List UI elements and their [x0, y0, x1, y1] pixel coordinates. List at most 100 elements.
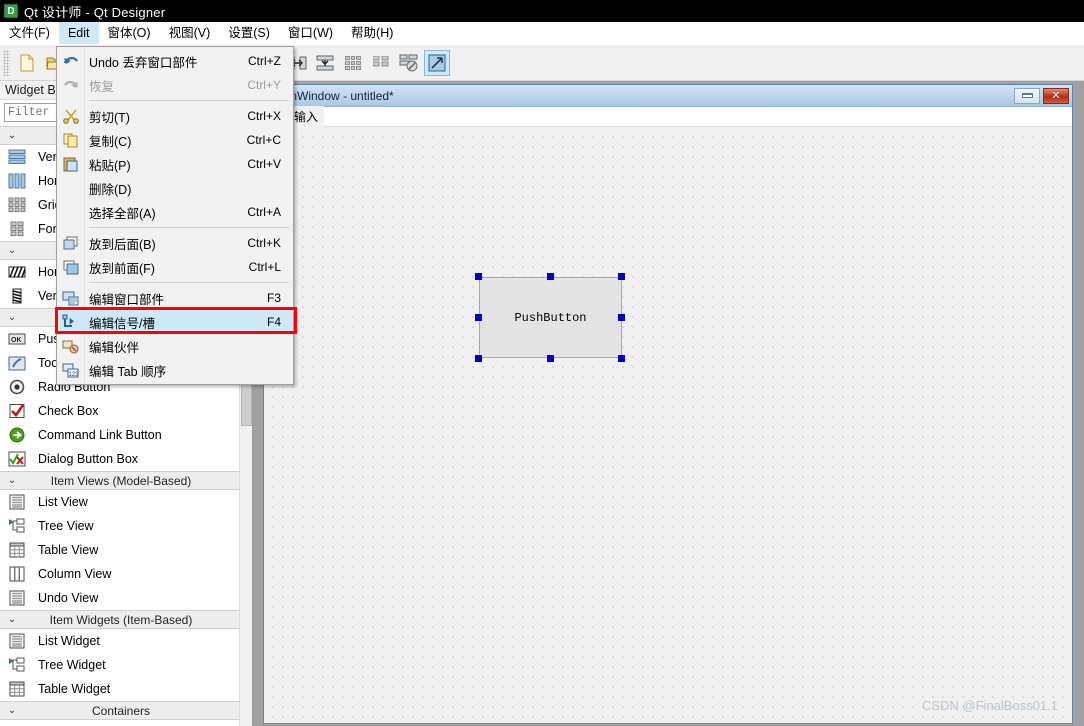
widget-box-group-label: Item Widgets (Item-Based): [49, 612, 193, 627]
push-button-icon: OK: [8, 330, 30, 348]
bring-to-front-icon: [57, 255, 85, 279]
horizontal-spacer-icon: [8, 263, 30, 281]
edit-menu-item-3[interactable]: 复制(C) Ctrl+C: [57, 128, 293, 152]
edit-menu-item-2[interactable]: 剪切(T) Ctrl+X: [57, 104, 293, 128]
layout-form-icon[interactable]: [368, 50, 394, 76]
widget-box-item-item-views-model-based--0[interactable]: List View: [0, 490, 240, 514]
chevron-down-icon: ⌄: [7, 475, 17, 486]
app-logo-icon: D: [4, 4, 18, 18]
form-layout-icon: [8, 220, 30, 238]
widget-box-item-label: Check Box: [38, 404, 99, 418]
selection-handle-se[interactable]: [618, 355, 625, 362]
edit-menu-item-shortcut: F4: [266, 315, 281, 329]
adjust-size-icon[interactable]: [424, 49, 450, 76]
edit-menu-item-9[interactable]: 编辑窗口部件 F3: [57, 286, 293, 310]
horizontal-layout-icon: [8, 172, 30, 190]
edit-menu-item-label: 恢复: [89, 79, 115, 94]
menubar-item-1[interactable]: Edit: [58, 22, 99, 44]
edit-menu-item-5[interactable]: 删除(D): [57, 176, 293, 200]
edit-menu-item-label: 剪切(T): [89, 110, 130, 125]
undo-view-icon: [8, 589, 30, 607]
widget-box-item-label: Command Link Button: [38, 428, 162, 442]
edit-menu-item-1[interactable]: 恢复 Ctrl+Y: [57, 73, 293, 97]
selection-handle-s[interactable]: [546, 355, 554, 362]
widget-box-group-3[interactable]: ⌄ Item Views (Model-Based): [0, 471, 240, 490]
edit-menu-item-label: 复制(C): [89, 134, 132, 149]
edit-menu-item-label: 选择全部(A): [89, 206, 156, 221]
menubar-item-5[interactable]: 窗口(W): [279, 22, 342, 44]
selection-handle-n[interactable]: [546, 273, 554, 280]
paste-icon: [57, 152, 85, 176]
widget-box-item-item-widgets-item-based--2[interactable]: Table Widget: [0, 677, 240, 701]
widget-box-item-label: List Widget: [38, 634, 100, 648]
form-minimize-button[interactable]: [1014, 87, 1040, 104]
widget-box-item-label: List View: [38, 495, 88, 509]
edit-menu-item-label: 放到前面(F): [89, 261, 155, 276]
widget-box-item-label: Dialog Button Box: [38, 452, 139, 466]
menu-separator: [89, 100, 289, 101]
table-widget-icon: [8, 680, 30, 698]
layout-grid-icon[interactable]: [340, 50, 366, 76]
selection-handle-e[interactable]: [618, 314, 625, 321]
widget-box-group-5[interactable]: ⌄ Containers: [0, 701, 240, 720]
menubar: 文件(F) Edit 窗体(O) 视图(V) 设置(S) 窗口(W) 帮助(H): [0, 22, 1084, 45]
widget-box-item-buttons-5[interactable]: Dialog Button Box: [0, 447, 240, 471]
widget-box-item-item-views-model-based--1[interactable]: Tree View: [0, 514, 240, 538]
widget-box-group-4[interactable]: ⌄ Item Widgets (Item-Based): [0, 610, 240, 629]
widget-box-item-item-views-model-based--3[interactable]: Column View: [0, 562, 240, 586]
edit-menu-item-0[interactable]: Undo 丢弃窗口部件 Ctrl+Z: [57, 49, 293, 73]
menubar-item-2[interactable]: 窗体(O): [99, 22, 160, 44]
widget-box-item-item-views-model-based--2[interactable]: Table View: [0, 538, 240, 562]
break-layout-icon[interactable]: [396, 50, 422, 76]
widget-box-item-buttons-3[interactable]: Check Box: [0, 399, 240, 423]
grid-layout-icon: [8, 196, 30, 214]
edit-menu-item-10[interactable]: 编辑信号/槽 F4: [55, 307, 297, 334]
widget-box-item-label: Column View: [38, 567, 112, 581]
edit-menu-item-11[interactable]: 编辑伙伴: [57, 334, 293, 358]
edit-menu-item-4[interactable]: 粘贴(P) Ctrl+V: [57, 152, 293, 176]
edit-dropdown-menu[interactable]: Undo 丢弃窗口部件 Ctrl+Z 恢复 Ctrl+Y 剪切(T) Ctrl+X 复制(C…: [55, 46, 297, 385]
edit-menu-item-6[interactable]: 选择全部(A) Ctrl+A: [57, 200, 293, 224]
command-link-button-icon: [8, 426, 30, 444]
form-close-button[interactable]: ✕: [1043, 87, 1069, 104]
widget-box-item-item-widgets-item-based--1[interactable]: Tree Widget: [0, 653, 240, 677]
widget-box-group-label: Containers: [91, 703, 151, 718]
new-form-icon[interactable]: [14, 50, 40, 76]
pushbutton-widget[interactable]: PushButton: [479, 277, 622, 358]
layout-vertically-splitter-icon[interactable]: [312, 50, 338, 76]
main-window-form[interactable]: MainWindow - untitled* ✕ 这里输入 PushButton: [263, 84, 1073, 724]
menubar-item-6[interactable]: 帮助(H): [342, 22, 402, 44]
edit-menu-item-label: 编辑窗口部件: [89, 292, 165, 307]
tool-button-icon: [8, 354, 30, 372]
edit-menu-item-shortcut: Ctrl+C: [246, 133, 281, 147]
edit-widgets-icon: [57, 286, 85, 310]
edit-menu-item-8[interactable]: 放到前面(F) Ctrl+L: [57, 255, 293, 279]
edit-menu-item-label: Undo 丢弃窗口部件: [89, 55, 198, 70]
widget-box-item-item-widgets-item-based--0[interactable]: List Widget: [0, 629, 240, 653]
form-canvas[interactable]: PushButton CSDN @FinalBoss01.1: [264, 128, 1072, 723]
edit-menu-item-shortcut: Ctrl+V: [247, 157, 281, 171]
column-view-icon: [8, 565, 30, 583]
edit-menu-item-7[interactable]: 放到后面(B) Ctrl+K: [57, 231, 293, 255]
selection-handle-sw[interactable]: [475, 355, 482, 362]
undo-icon: [57, 49, 85, 73]
menubar-item-3[interactable]: 视图(V): [160, 22, 220, 44]
form-editor-area[interactable]: MainWindow - untitled* ✕ 这里输入 PushButton: [253, 81, 1084, 726]
form-menubar[interactable]: 这里输入: [264, 106, 1072, 127]
menubar-item-4[interactable]: 设置(S): [219, 22, 279, 44]
menubar-item-0[interactable]: 文件(F): [0, 22, 59, 44]
selection-handle-ne[interactable]: [618, 273, 625, 280]
selection-handle-nw[interactable]: [475, 273, 482, 280]
chevron-down-icon: ⌄: [7, 614, 17, 625]
redo-icon: [57, 73, 85, 97]
edit-menu-item-shortcut: Ctrl+K: [247, 236, 281, 250]
window-titlebar: D Qt 设计师 - Qt Designer: [0, 0, 1084, 22]
tree-view-icon: [8, 517, 30, 535]
widget-box-item-buttons-4[interactable]: Command Link Button: [0, 423, 240, 447]
toolbar-grip[interactable]: [3, 49, 10, 76]
selection-handle-w[interactable]: [475, 314, 482, 321]
widget-box-item-item-views-model-based--4[interactable]: Undo View: [0, 586, 240, 610]
edit-menu-item-label: 粘贴(P): [89, 158, 131, 173]
widget-box-group-label: Item Views (Model-Based): [50, 473, 192, 488]
edit-menu-item-12[interactable]: 123 编辑 Tab 顺序: [57, 358, 293, 382]
